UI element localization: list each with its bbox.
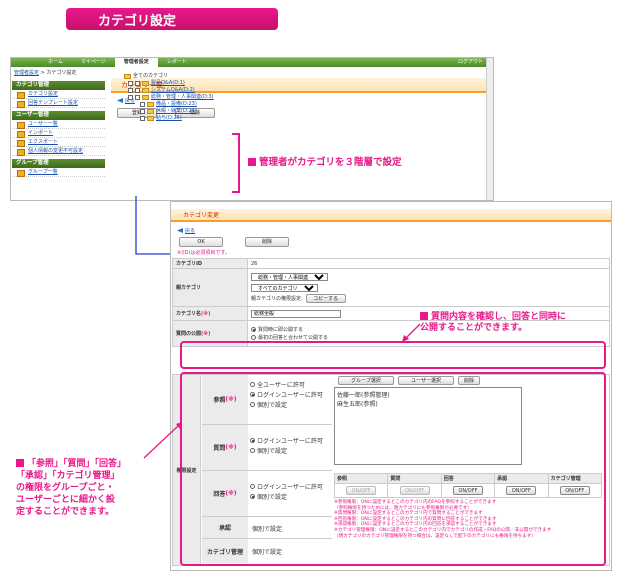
- edit-title: カテゴリ変更: [171, 209, 611, 222]
- folder-icon: [147, 102, 154, 107]
- back-arrow-icon: [177, 228, 183, 233]
- checkbox[interactable]: [140, 109, 145, 114]
- parent-select-2[interactable]: すべてのカテゴリ: [251, 283, 318, 292]
- annotation-publish: 質問内容を確認し、回答と同時に 公開することができます。: [420, 312, 566, 334]
- sidebar-item-import[interactable]: インポート: [12, 129, 105, 138]
- nav-report[interactable]: レポート: [158, 58, 196, 67]
- back-link-2[interactable]: 戻る: [171, 222, 611, 234]
- tree-item-product[interactable]: 製品Q&A(D:1): [151, 80, 185, 87]
- checkbox[interactable]: [140, 102, 145, 107]
- nav-home[interactable]: ホーム: [39, 58, 72, 67]
- breadcrumb-current: カテゴリ設定: [46, 70, 77, 76]
- folder-icon: [142, 95, 149, 100]
- breadcrumb-admin-link[interactable]: 管理者設定: [14, 70, 39, 76]
- parent-perm-label: 親カテゴリの権限設定:: [251, 295, 303, 302]
- folder-icon: [147, 116, 154, 121]
- top-nav: ホーム マイページ 管理者設定 レポート ログアウト: [11, 58, 493, 67]
- sidebar-item-answer-template[interactable]: 回答テンプレート設定: [12, 99, 105, 108]
- id-value: 26: [247, 258, 610, 269]
- nav-admin[interactable]: 管理者設定: [114, 58, 158, 67]
- sidebar-item-privacy[interactable]: 個人情報の変更不可設定: [12, 147, 105, 156]
- annotation-text: 管理者がカテゴリを３階層で設定: [259, 157, 402, 168]
- expand-icon[interactable]: [135, 88, 140, 93]
- sidebar: カテゴリ管理 カテゴリ設定 回答テンプレート設定 ユーザー管理 ユーザー一覧 イ…: [12, 78, 105, 177]
- checkbox[interactable]: [140, 116, 145, 121]
- tree-item-system[interactable]: システムQ&A(D:2): [151, 87, 195, 94]
- copy-button[interactable]: コピーする: [305, 293, 346, 303]
- annotation-arrow-icon: [143, 422, 182, 459]
- tree-item-general[interactable]: 総務・管理・人事関連(D:3): [151, 94, 214, 101]
- annotation-permission: 「参照」「質問」「回答」 「承認」「カテゴリ管理」 の権限をグループごと・ ユー…: [16, 458, 126, 518]
- folder-icon: [142, 81, 149, 86]
- tree-item-equipment[interactable]: 備品・設備(D:23): [156, 101, 197, 108]
- name-label: カテゴリ名: [176, 311, 202, 317]
- annotation-line: 質問内容を確認し、回答と同時に: [431, 312, 567, 322]
- back-label: 戻る: [185, 228, 196, 234]
- required-mark: (※): [201, 331, 211, 337]
- sidebar-item-export[interactable]: エクスポート: [12, 138, 105, 147]
- checkbox[interactable]: [128, 88, 133, 93]
- sidebar-group-user: ユーザー管理: [12, 111, 105, 120]
- checkbox[interactable]: [128, 95, 133, 100]
- annotation-line: 定することができます。: [16, 507, 115, 517]
- square-bullet-icon: [16, 459, 24, 467]
- tree-root[interactable]: 全てのカテゴリ: [133, 73, 168, 80]
- delete-button-2[interactable]: 削除: [245, 237, 289, 247]
- sidebar-group-category: カテゴリ管理: [12, 81, 105, 90]
- publish-opt-immediate: 質問時に即公開する: [258, 327, 304, 333]
- tree-item-salary[interactable]: 給与(D:25): [156, 115, 182, 122]
- publish-highlight: [180, 341, 606, 369]
- annotation-arrow-icon: [402, 323, 421, 342]
- sidebar-item-category-setting[interactable]: カテゴリ設定: [12, 90, 105, 99]
- expand-icon[interactable]: [135, 81, 140, 86]
- permission-highlight: [180, 372, 606, 566]
- tree-item-leave[interactable]: 休暇・就業(D:24): [156, 108, 197, 115]
- annotation-line: 「参照」「質問」「回答」: [27, 459, 127, 469]
- scrollbar[interactable]: [486, 58, 493, 200]
- checkbox[interactable]: [128, 81, 133, 86]
- page-banner: カテゴリ設定: [66, 8, 278, 30]
- publish-radio-immediate[interactable]: [251, 327, 256, 332]
- folder-icon: [124, 74, 131, 79]
- square-bullet-icon: [420, 312, 428, 320]
- annotation-line: ユーザーごとに細かく設: [16, 495, 115, 505]
- annotation-line: 「承認」「カテゴリ管理」: [16, 471, 120, 481]
- sidebar-item-user-list[interactable]: ユーザー一覧: [12, 120, 105, 129]
- publish-label: 質問の公開: [176, 331, 202, 337]
- sidebar-item-group-list[interactable]: グループ一覧: [12, 168, 105, 177]
- tree-bracket: [232, 133, 240, 193]
- square-bullet-icon: [248, 158, 256, 166]
- id-label: カテゴリID: [172, 258, 248, 269]
- required-mark: (※): [201, 311, 211, 317]
- annotation-three-levels: 管理者がカテゴリを３階層で設定: [248, 157, 402, 169]
- annotation-line: 公開することができます。: [420, 323, 528, 333]
- publish-radio-with-answer[interactable]: [251, 335, 256, 340]
- publish-opt-with-answer: 最初の回答と合わせて公開する: [258, 335, 329, 341]
- parent-label: 親カテゴリ: [172, 268, 248, 307]
- category-name-input[interactable]: [251, 309, 341, 318]
- parent-select-1[interactable]: 総務・管理・人事関連: [251, 272, 328, 281]
- ok-button[interactable]: OK: [179, 237, 223, 247]
- nav-mypage[interactable]: マイページ: [72, 58, 115, 67]
- category-tree: 全てのカテゴリ 製品Q&A(D:1) システムQ&A(D:2) 総務・管理・人事…: [116, 73, 286, 122]
- sidebar-group-group: グループ管理: [12, 159, 105, 168]
- expand-icon[interactable]: [135, 95, 140, 100]
- annotation-line: の権限をグループごと・: [16, 483, 115, 493]
- required-note: ※(ID)は必須項目です。: [177, 250, 230, 256]
- folder-icon: [142, 88, 149, 93]
- folder-icon: [147, 109, 154, 114]
- banner-title: カテゴリ設定: [98, 13, 177, 29]
